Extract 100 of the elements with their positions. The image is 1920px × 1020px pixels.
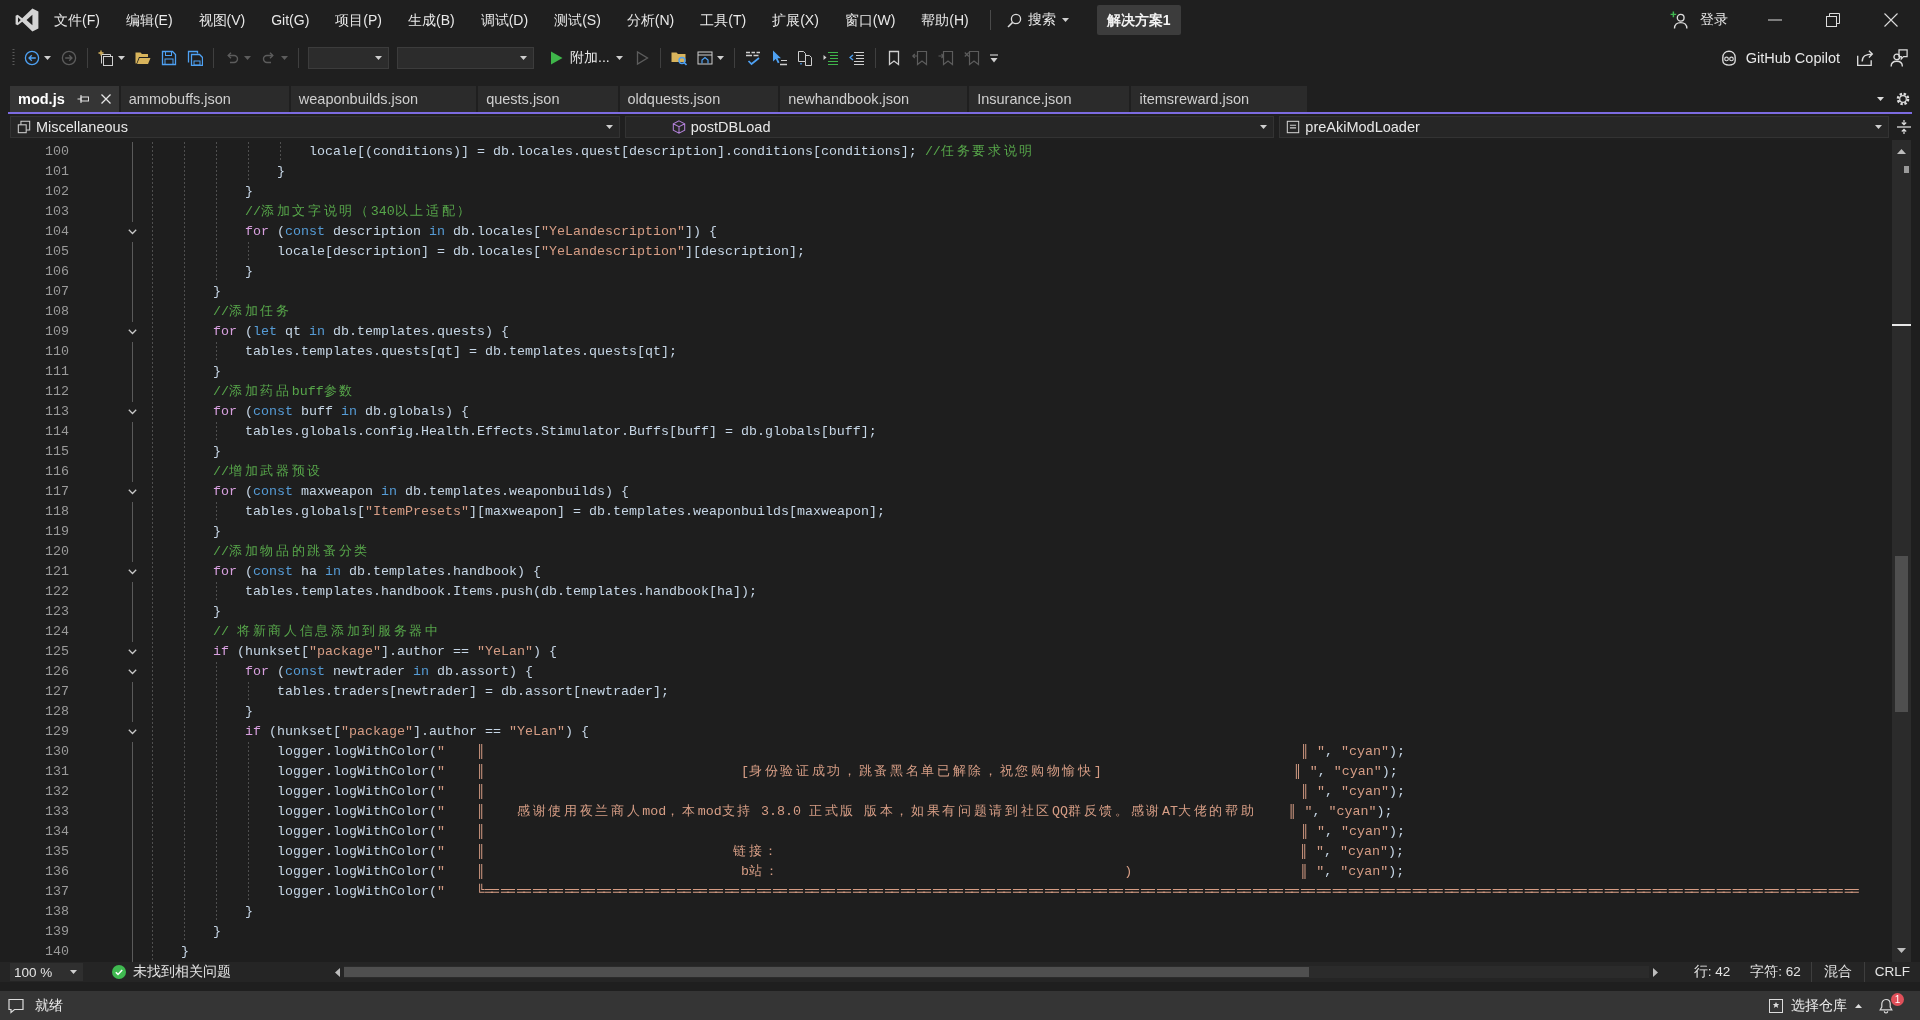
code-line: //添加物品的跳蚤分类	[213, 543, 370, 561]
menu-item[interactable]: Git(G)	[258, 7, 323, 33]
line-ending-button[interactable]: CRLF	[1864, 962, 1920, 982]
menu-item[interactable]: 工具(T)	[687, 7, 760, 33]
issues-button[interactable]: 未找到相关问题	[112, 963, 231, 981]
fold-chevron-icon[interactable]	[127, 569, 137, 575]
feedback-icon[interactable]	[1890, 49, 1908, 67]
file-tab[interactable]: mod.js	[10, 86, 119, 112]
close-icon[interactable]	[1884, 13, 1898, 27]
fold-chevron-icon[interactable]	[127, 409, 137, 415]
dropdown-field[interactable]	[397, 47, 534, 69]
line-number: 134	[44, 823, 69, 841]
navigation-dropdown[interactable]: Miscellaneous	[10, 116, 620, 138]
fold-chevron-icon[interactable]	[127, 329, 137, 335]
file-tab[interactable]: oldquests.json	[619, 86, 779, 112]
caret-icon[interactable]	[118, 56, 125, 60]
menu-item[interactable]: 分析(N)	[613, 7, 688, 33]
menu-item[interactable]: 窗口(W)	[831, 7, 909, 33]
navigation-dropdown[interactable]: preAkiModLoader	[1279, 116, 1889, 138]
start-button[interactable]: 附加...	[548, 49, 623, 67]
left-arrow-icon[interactable]	[335, 967, 340, 977]
code-line: for (const newtrader in db.assort) {	[245, 663, 533, 681]
repository-button[interactable]: 选择仓库	[1769, 996, 1862, 1015]
line-number: 120	[44, 543, 69, 561]
bell-icon[interactable]	[1878, 997, 1894, 1014]
menu-item[interactable]: 编辑(E)	[112, 7, 186, 33]
save-icon[interactable]	[161, 50, 177, 66]
line-number: 112	[44, 383, 69, 401]
horizontal-scrollbar[interactable]	[344, 966, 1649, 978]
code-line: }	[277, 163, 285, 181]
code-line: }	[245, 183, 253, 201]
add-user-icon	[1670, 11, 1688, 29]
speech-bubble-icon[interactable]	[8, 997, 24, 1014]
caret-icon[interactable]	[716, 56, 724, 60]
fold-chevron-icon[interactable]	[127, 489, 137, 495]
down-arrow-icon[interactable]	[1897, 948, 1906, 953]
fold-chevron-icon[interactable]	[127, 669, 137, 675]
menu-item[interactable]: 视图(V)	[185, 7, 259, 33]
navigation-dropdown[interactable]: postDBLoad	[624, 116, 1275, 138]
caret-icon[interactable]	[1877, 97, 1884, 101]
fold-chevron-icon[interactable]	[127, 729, 137, 735]
open-folder-icon[interactable]	[135, 50, 151, 66]
search-button[interactable]: 搜索	[1006, 11, 1069, 29]
dropdown-field[interactable]	[308, 47, 389, 69]
line-number: 107	[44, 283, 69, 301]
line-number: 101	[44, 163, 69, 181]
share-icon[interactable]	[1856, 49, 1874, 67]
app-logo-icon	[15, 8, 39, 32]
outdent-icon[interactable]	[848, 50, 865, 66]
grip-icon[interactable]	[12, 49, 15, 67]
vertical-scrollbar[interactable]	[1892, 140, 1911, 962]
scrollbar-thumb[interactable]	[344, 967, 1310, 977]
menu-item[interactable]: 生成(B)	[395, 7, 468, 33]
line-number: 139	[44, 923, 69, 941]
copilot-button[interactable]: GitHub Copilot	[1719, 49, 1840, 67]
menu-item[interactable]: 文件(F)	[41, 7, 113, 33]
scrollbar-thumb[interactable]	[1895, 556, 1908, 712]
save-all-icon[interactable]	[187, 50, 203, 66]
column-indicator[interactable]: 字符: 62	[1740, 962, 1811, 982]
file-tab[interactable]: ammobuffs.json	[120, 86, 289, 112]
indent-icon[interactable]	[822, 50, 839, 66]
sign-in-button[interactable]: 登录	[1670, 11, 1728, 29]
fold-chevron-icon[interactable]	[127, 229, 137, 235]
line-number: 119	[44, 523, 69, 541]
caret-icon	[615, 56, 623, 60]
line-number: 133	[44, 803, 69, 821]
file-tab[interactable]: itemsreward.json	[1131, 86, 1308, 112]
documents-icon[interactable]	[796, 50, 813, 66]
menu-item[interactable]: 项目(P)	[322, 7, 395, 33]
file-tab[interactable]: Insurance.json	[969, 86, 1130, 112]
code-line: // 将新商人信息添加到服务器中	[213, 623, 441, 641]
code-line: //添加文字说明（340以上适配）	[245, 203, 473, 221]
file-tab[interactable]: newhandbook.json	[780, 86, 968, 112]
line-indicator[interactable]: 行: 42	[1683, 962, 1741, 982]
zoom-dropdown[interactable]: 100 %	[10, 963, 83, 981]
menu-item[interactable]: 调试(D)	[467, 7, 542, 33]
overflow-caret-icon[interactable]	[989, 53, 998, 63]
menu-item[interactable]: 测试(S)	[541, 7, 614, 33]
right-arrow-icon[interactable]	[1652, 967, 1658, 977]
up-arrow-icon[interactable]	[1897, 149, 1906, 154]
fold-chevron-icon[interactable]	[127, 649, 137, 655]
restore-icon[interactable]	[1826, 13, 1840, 27]
new-item-icon[interactable]	[98, 50, 114, 66]
split-icon[interactable]	[1896, 119, 1912, 135]
folder-search-icon[interactable]	[670, 50, 687, 66]
code-line: logger.logWithColor(" ║	[277, 763, 493, 781]
close-icon[interactable]	[100, 94, 111, 104]
pin-icon[interactable]	[76, 94, 89, 104]
window-icon[interactable]	[696, 50, 713, 66]
code-line: for (const ha in db.templates.handbook) {	[213, 563, 541, 581]
pointer-icon[interactable]	[770, 50, 787, 66]
settings-icon[interactable]	[1896, 92, 1910, 106]
file-tab[interactable]: quests.json	[478, 86, 618, 112]
menu-item[interactable]: 扩展(X)	[759, 7, 832, 33]
spell-check-icon[interactable]	[744, 50, 761, 66]
menu-item[interactable]: 帮助(H)	[908, 7, 982, 33]
file-tab[interactable]: weaponbuilds.json	[290, 86, 477, 112]
whitespace-mode-button[interactable]: 混合	[1810, 962, 1865, 982]
caret-icon	[1061, 18, 1069, 22]
caret-icon[interactable]	[44, 56, 51, 60]
